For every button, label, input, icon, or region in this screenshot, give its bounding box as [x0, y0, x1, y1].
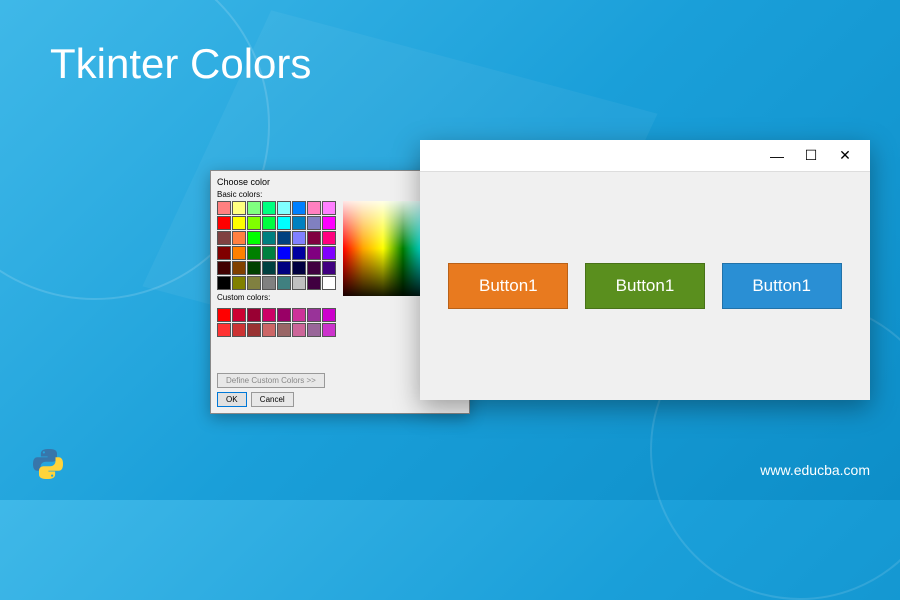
custom-color-swatch[interactable]	[232, 308, 246, 322]
color-swatch[interactable]	[262, 231, 276, 245]
custom-color-swatch[interactable]	[292, 323, 306, 337]
color-swatch[interactable]	[262, 261, 276, 275]
color-swatch[interactable]	[217, 261, 231, 275]
color-swatch[interactable]	[232, 261, 246, 275]
color-swatch[interactable]	[247, 276, 261, 290]
watermark-text: www.educba.com	[760, 462, 870, 478]
button-1-green[interactable]: Button1	[585, 263, 705, 309]
color-swatch[interactable]	[232, 246, 246, 260]
color-swatch[interactable]	[292, 276, 306, 290]
button-1-blue[interactable]: Button1	[722, 263, 842, 309]
color-swatch[interactable]	[277, 246, 291, 260]
color-swatch[interactable]	[307, 261, 321, 275]
custom-color-swatch[interactable]	[277, 308, 291, 322]
custom-color-swatch[interactable]	[322, 323, 336, 337]
custom-color-swatch[interactable]	[217, 323, 231, 337]
color-swatch[interactable]	[217, 216, 231, 230]
color-swatch[interactable]	[322, 231, 336, 245]
color-swatch[interactable]	[292, 201, 306, 215]
color-swatch[interactable]	[322, 276, 336, 290]
custom-color-swatch[interactable]	[322, 308, 336, 322]
color-swatch[interactable]	[232, 216, 246, 230]
basic-colors-grid	[217, 201, 337, 290]
color-swatch[interactable]	[247, 216, 261, 230]
maximize-icon[interactable]: ☐	[794, 144, 828, 168]
tkinter-window: — ☐ ✕ Button1 Button1 Button1	[420, 140, 870, 400]
color-swatch[interactable]	[307, 246, 321, 260]
color-swatch[interactable]	[262, 216, 276, 230]
minimize-icon[interactable]: —	[760, 144, 794, 168]
color-swatch[interactable]	[277, 276, 291, 290]
custom-color-swatch[interactable]	[262, 308, 276, 322]
color-swatch[interactable]	[262, 276, 276, 290]
color-swatch[interactable]	[292, 231, 306, 245]
color-swatch[interactable]	[232, 231, 246, 245]
close-icon[interactable]: ✕	[828, 144, 862, 168]
custom-color-swatch[interactable]	[247, 323, 261, 337]
custom-color-swatch[interactable]	[307, 323, 321, 337]
color-swatch[interactable]	[217, 201, 231, 215]
color-swatch[interactable]	[217, 231, 231, 245]
color-swatch[interactable]	[262, 246, 276, 260]
color-swatch[interactable]	[247, 261, 261, 275]
color-swatch[interactable]	[247, 201, 261, 215]
color-swatch[interactable]	[307, 231, 321, 245]
color-swatch[interactable]	[322, 261, 336, 275]
color-swatch[interactable]	[277, 201, 291, 215]
color-swatch[interactable]	[307, 216, 321, 230]
color-swatch[interactable]	[322, 216, 336, 230]
window-titlebar: — ☐ ✕	[420, 140, 870, 172]
custom-color-swatch[interactable]	[232, 323, 246, 337]
custom-color-swatch[interactable]	[307, 308, 321, 322]
color-swatch[interactable]	[277, 216, 291, 230]
color-swatch[interactable]	[322, 246, 336, 260]
custom-color-swatch[interactable]	[247, 308, 261, 322]
color-swatch[interactable]	[277, 231, 291, 245]
color-swatch[interactable]	[217, 276, 231, 290]
page-title: Tkinter Colors	[50, 40, 311, 88]
custom-color-swatch[interactable]	[217, 308, 231, 322]
color-swatch[interactable]	[247, 246, 261, 260]
color-swatch[interactable]	[307, 276, 321, 290]
custom-color-swatch[interactable]	[277, 323, 291, 337]
color-swatch[interactable]	[292, 246, 306, 260]
custom-color-swatch[interactable]	[262, 323, 276, 337]
define-custom-button[interactable]: Define Custom Colors >>	[217, 373, 325, 388]
python-logo-icon	[30, 446, 66, 482]
color-swatch[interactable]	[247, 231, 261, 245]
cancel-button[interactable]: Cancel	[251, 392, 294, 407]
color-swatch[interactable]	[262, 201, 276, 215]
color-swatch[interactable]	[217, 246, 231, 260]
ok-button[interactable]: OK	[217, 392, 247, 407]
color-swatch[interactable]	[232, 201, 246, 215]
window-body: Button1 Button1 Button1	[420, 172, 870, 400]
custom-color-swatch[interactable]	[292, 308, 306, 322]
color-swatch[interactable]	[292, 261, 306, 275]
color-swatch[interactable]	[292, 216, 306, 230]
color-swatch[interactable]	[277, 261, 291, 275]
color-swatch[interactable]	[307, 201, 321, 215]
button-1-orange[interactable]: Button1	[448, 263, 568, 309]
color-swatch[interactable]	[232, 276, 246, 290]
color-swatch[interactable]	[322, 201, 336, 215]
